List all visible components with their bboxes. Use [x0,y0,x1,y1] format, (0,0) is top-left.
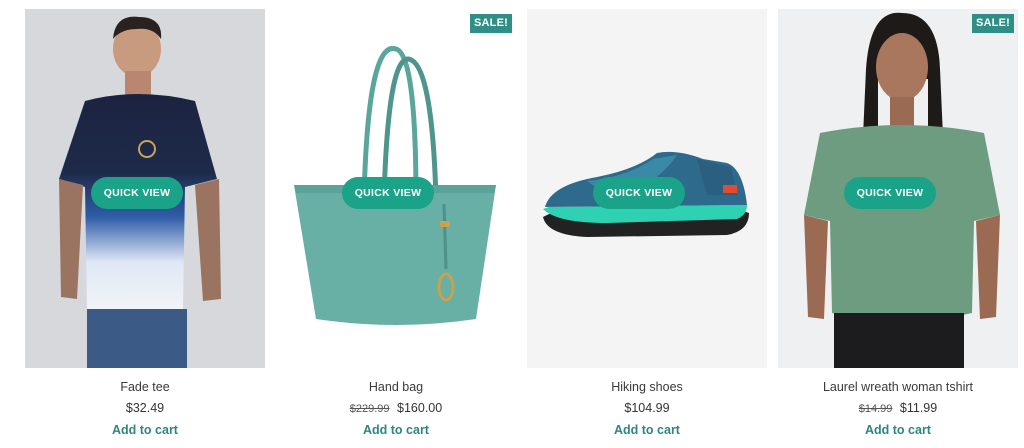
current-price: $160.00 [397,401,443,415]
product-card-fade-tee[interactable]: QUICK VIEW Fade tee $32.49 Add to cart [25,9,265,439]
quick-view-button[interactable]: QUICK VIEW [593,177,685,209]
product-grid: QUICK VIEW Fade tee $32.49 Add to cart S… [0,0,1024,448]
product-price: $229.99 $160.00 [276,401,516,415]
quick-view-button[interactable]: QUICK VIEW [91,177,183,209]
sale-badge: SALE! [470,14,512,33]
add-to-cart-button[interactable]: Add to cart [276,423,516,437]
product-name[interactable]: Laurel wreath woman tshirt [778,380,1018,394]
product-price: $104.99 [527,401,767,415]
current-price: $11.99 [899,401,938,415]
add-to-cart-button[interactable]: Add to cart [25,423,265,437]
product-card-hiking-shoes[interactable]: QUICK VIEW Hiking shoes $104.99 Add to c… [527,9,767,439]
product-card-laurel-wreath-woman-tshirt[interactable]: SALE! QUICK VIEW Laurel wreath woman tsh… [778,9,1018,439]
product-name[interactable]: Fade tee [25,380,265,394]
product-card-hand-bag[interactable]: SALE! QUICK VIEW Hand bag $229.99 $160.0… [276,9,516,439]
product-price: $14.99 $11.99 [778,401,1018,415]
product-name[interactable]: Hiking shoes [527,380,767,394]
product-price: $32.49 [25,401,265,415]
current-price: $104.99 [624,401,670,415]
old-price: $14.99 [858,403,893,415]
add-to-cart-button[interactable]: Add to cart [778,423,1018,437]
quick-view-button[interactable]: QUICK VIEW [844,177,936,209]
current-price: $32.49 [125,401,165,415]
old-price: $229.99 [349,403,390,415]
product-name[interactable]: Hand bag [276,380,516,394]
add-to-cart-button[interactable]: Add to cart [527,423,767,437]
sale-badge: SALE! [972,14,1014,33]
quick-view-button[interactable]: QUICK VIEW [342,177,434,209]
